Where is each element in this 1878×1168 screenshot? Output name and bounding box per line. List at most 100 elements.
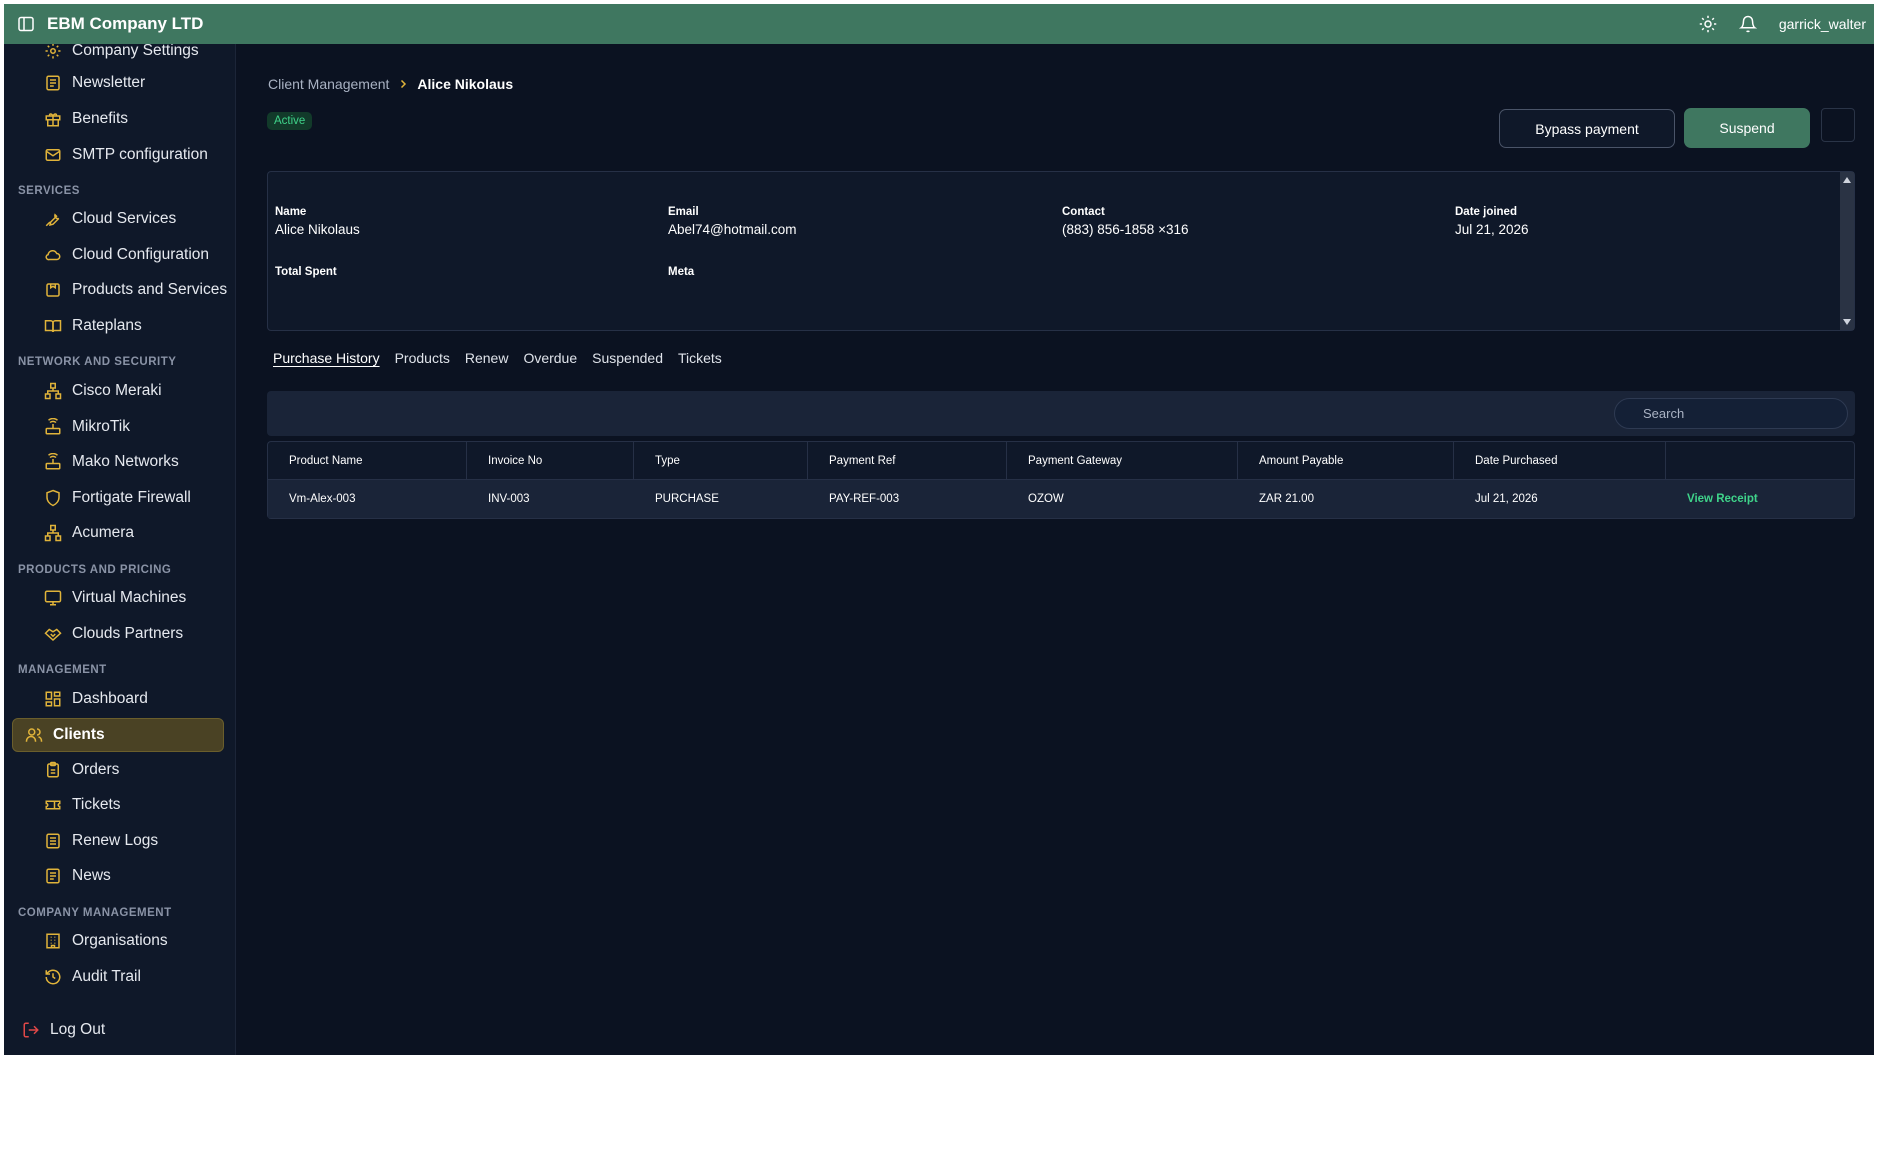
scroll-down-icon[interactable] xyxy=(1843,319,1851,325)
status-badge: Active xyxy=(267,112,313,130)
tab-bar: Purchase History Products Renew Overdue … xyxy=(273,350,722,366)
book-icon xyxy=(44,320,62,333)
field-value: Abel74@hotmail.com xyxy=(668,222,797,237)
cell-type: PURCHASE xyxy=(655,493,719,505)
field-name: Name Alice Nikolaus xyxy=(275,206,360,237)
history-icon xyxy=(45,969,61,985)
sidebar-item-rateplans[interactable]: Rateplans xyxy=(44,311,142,341)
tab-products[interactable]: Products xyxy=(395,350,450,366)
tab-purchase-history[interactable]: Purchase History xyxy=(273,350,380,366)
building-icon xyxy=(46,933,60,949)
tab-suspended[interactable]: Suspended xyxy=(592,350,663,366)
sidebar-item-label: Orders xyxy=(72,761,120,778)
breadcrumb-parent[interactable]: Client Management xyxy=(268,76,389,92)
theme-toggle-icon[interactable] xyxy=(1699,15,1717,33)
sidebar-item-label: Clouds Partners xyxy=(72,625,184,642)
header-product-name[interactable]: Product Name xyxy=(268,441,467,480)
sidebar-item-newsletter[interactable]: Newsletter xyxy=(44,68,145,98)
sidebar-item-label: Virtual Machines xyxy=(72,589,187,606)
bell-icon[interactable] xyxy=(1738,15,1757,33)
sidebar-item-label: Newsletter xyxy=(72,74,146,91)
cloud-icon xyxy=(45,249,61,261)
sidebar-item-cloud-services[interactable]: Cloud Services xyxy=(44,204,176,234)
header-date-purchased[interactable]: Date Purchased xyxy=(1454,441,1666,480)
sidebar-section-title: COMPANY MANAGEMENT xyxy=(18,907,172,919)
breadcrumb-current: Alice Nikolaus xyxy=(417,76,514,92)
sidebar-item-label: Audit Trail xyxy=(72,968,141,985)
tab-tickets[interactable]: Tickets xyxy=(678,350,722,366)
sidebar-item-tickets[interactable]: Tickets xyxy=(44,790,121,820)
field-date-joined: Date joined Jul 21, 2026 xyxy=(1455,206,1529,237)
monitor-icon xyxy=(44,590,62,606)
sidebar: Company Settings Newsletter Benefits SMT… xyxy=(4,44,236,1055)
field-email: Email Abel74@hotmail.com xyxy=(668,206,797,237)
sidebar-section-title: PRODUCTS AND PRICING xyxy=(18,564,172,576)
scroll-up-icon[interactable] xyxy=(1843,177,1851,183)
shield-icon xyxy=(46,489,60,507)
sidebar-item-label: Cisco Meraki xyxy=(72,382,162,399)
field-total-spent: Total Spent xyxy=(275,266,337,278)
table-header: Product Name Invoice No Type Payment Ref… xyxy=(268,441,1854,480)
sidebar-item-smtp[interactable]: SMTP configuration xyxy=(44,140,208,170)
sidebar-item-label: Rateplans xyxy=(72,317,142,334)
users-icon xyxy=(25,728,43,742)
sidebar-item-mikrotik[interactable]: MikroTik xyxy=(44,412,130,442)
view-receipt-link[interactable]: View Receipt xyxy=(1666,480,1854,518)
wrench-icon xyxy=(45,213,60,227)
client-info-card: Name Alice Nikolaus Email Abel74@hotmail… xyxy=(267,171,1855,331)
info-scrollbar[interactable] xyxy=(1840,172,1854,330)
sidebar-item-renew-logs[interactable]: Renew Logs xyxy=(44,826,158,856)
table-row: Vm-Alex-003 INV-003 PURCHASE PAY-REF-003… xyxy=(268,480,1854,518)
more-actions-button[interactable] xyxy=(1821,108,1855,142)
sidebar-item-clouds-partners[interactable]: Clouds Partners xyxy=(44,619,183,649)
sidebar-item-dashboard[interactable]: Dashboard xyxy=(44,684,148,714)
sidebar-item-benefits[interactable]: Benefits xyxy=(44,104,128,134)
sidebar-item-acumera[interactable]: Acumera xyxy=(44,518,134,548)
header-amount-payable[interactable]: Amount Payable xyxy=(1238,441,1454,480)
sidebar-item-cloud-configuration[interactable]: Cloud Configuration xyxy=(44,240,209,270)
sidebar-item-label: Mako Networks xyxy=(72,453,179,470)
sidebar-section-title: MANAGEMENT xyxy=(18,664,107,676)
purchase-table: Product Name Invoice No Type Payment Ref… xyxy=(267,441,1855,519)
tab-overdue[interactable]: Overdue xyxy=(523,350,577,366)
bypass-payment-button[interactable]: Bypass payment xyxy=(1499,109,1675,148)
chevron-right-icon xyxy=(401,79,407,89)
field-label: Email xyxy=(668,206,699,218)
suspend-button[interactable]: Suspend xyxy=(1684,108,1810,148)
log-icon xyxy=(46,833,60,849)
sidebar-item-audit-trail[interactable]: Audit Trail xyxy=(44,962,141,992)
sidebar-item-mako-networks[interactable]: Mako Networks xyxy=(44,447,179,477)
app-window: EBM Company LTD garrick_walter Company S… xyxy=(4,4,1874,1055)
dashboard-icon xyxy=(45,691,61,707)
sidebar-item-products-and-services[interactable]: Products and Services xyxy=(44,275,227,305)
sidebar-item-fortigate-firewall[interactable]: Fortigate Firewall xyxy=(44,483,191,513)
user-name[interactable]: garrick_walter xyxy=(1779,16,1866,32)
header-payment-ref[interactable]: Payment Ref xyxy=(808,441,1007,480)
sidebar-toggle-icon[interactable] xyxy=(18,16,34,32)
cell-product-name: Vm-Alex-003 xyxy=(289,493,356,505)
cell-payment-gateway: OZOW xyxy=(1028,493,1064,505)
handshake-icon xyxy=(44,628,62,642)
search-input[interactable]: Search xyxy=(1614,398,1848,429)
sidebar-item-clients[interactable]: Clients xyxy=(12,718,224,752)
header-payment-gateway[interactable]: Payment Gateway xyxy=(1007,441,1238,480)
sidebar-item-organisations[interactable]: Organisations xyxy=(44,926,168,956)
header-invoice-no[interactable]: Invoice No xyxy=(467,441,634,480)
sidebar-item-label: News xyxy=(72,867,111,884)
sidebar-item-company-settings[interactable]: Company Settings xyxy=(44,44,199,66)
router-icon xyxy=(45,453,61,470)
top-bar: EBM Company LTD garrick_walter xyxy=(4,4,1874,44)
sidebar-item-cisco-meraki[interactable]: Cisco Meraki xyxy=(44,376,162,406)
sidebar-item-label: Acumera xyxy=(72,524,135,541)
header-type[interactable]: Type xyxy=(634,441,808,480)
newspaper-icon xyxy=(46,868,60,884)
network-icon xyxy=(44,524,62,542)
field-label: Date joined xyxy=(1455,206,1517,218)
company-name: EBM Company LTD xyxy=(47,14,204,33)
sidebar-item-label: MikroTik xyxy=(72,418,130,435)
tab-renew[interactable]: Renew xyxy=(465,350,509,366)
sidebar-item-news[interactable]: News xyxy=(44,861,111,891)
sidebar-item-virtual-machines[interactable]: Virtual Machines xyxy=(44,583,186,613)
sidebar-item-orders[interactable]: Orders xyxy=(44,755,119,785)
logout-button[interactable]: Log Out xyxy=(22,1021,105,1039)
